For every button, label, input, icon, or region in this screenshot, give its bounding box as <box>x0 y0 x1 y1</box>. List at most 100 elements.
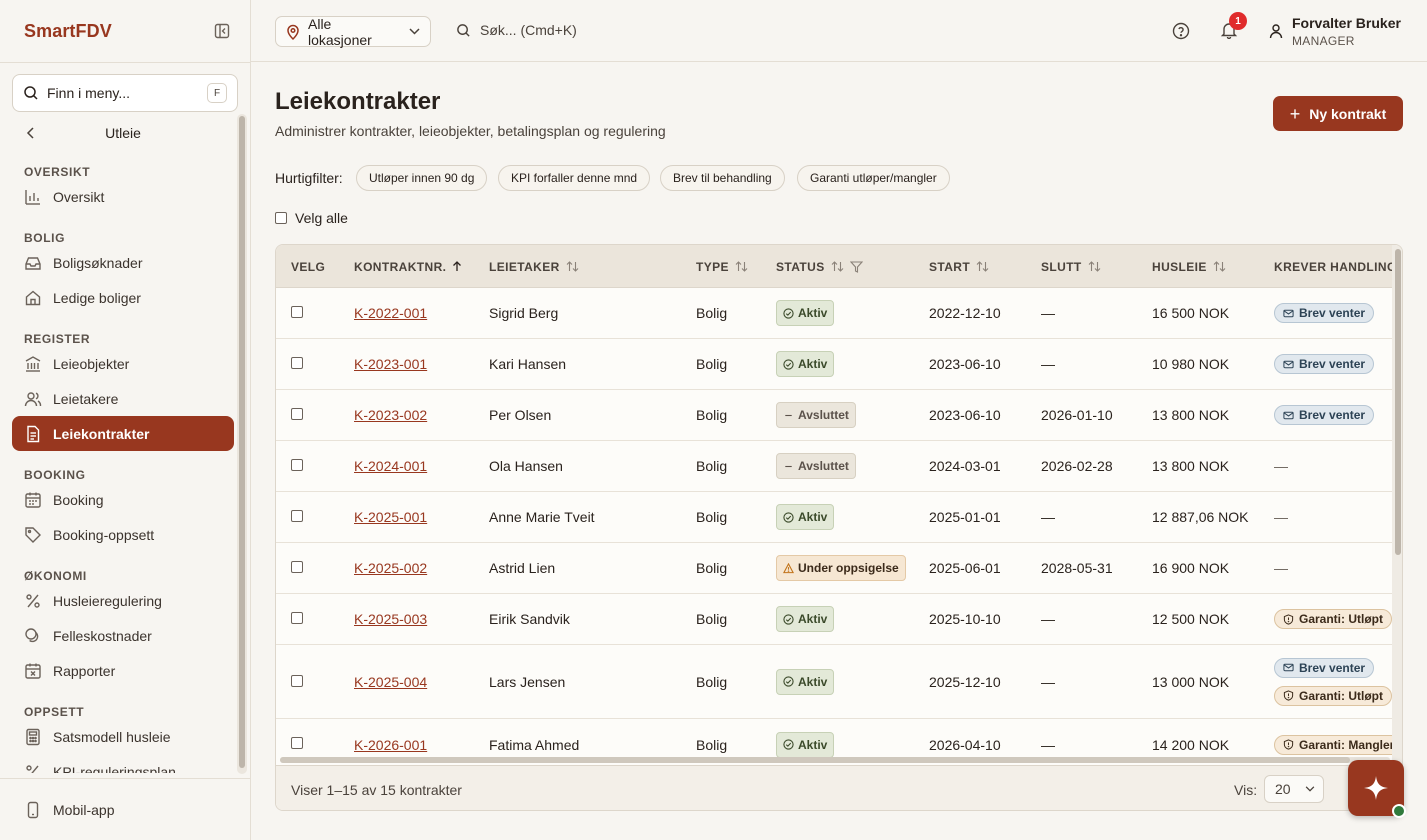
select-all-checkbox[interactable]: Velg alle <box>275 210 348 226</box>
guarantee-badge[interactable]: Garanti: Utløpt <box>1274 609 1392 629</box>
quick-filter-chip[interactable]: Brev til behandling <box>660 165 785 191</box>
table-row[interactable]: K-2025-001 Anne Marie Tveit Bolig Aktiv 2025… <box>276 492 1392 543</box>
sidebar-item-booking[interactable]: Booking <box>12 482 234 517</box>
sidebar-item-rapporter[interactable]: Rapporter <box>12 653 234 688</box>
table-row[interactable]: K-2025-003 Eirik Sandvik Bolig Aktiv 2025-10… <box>276 594 1392 645</box>
app-logo[interactable]: SmartFDV <box>24 21 112 42</box>
column-header-number[interactable]: KONTRAKTNR. <box>354 245 462 288</box>
row-checkbox[interactable] <box>291 612 303 624</box>
menu-search-input[interactable]: Finn i meny... F <box>12 74 238 112</box>
row-checkbox[interactable] <box>291 408 303 420</box>
column-header-status[interactable]: STATUS <box>776 245 863 288</box>
status-cell: Aktiv <box>776 594 835 644</box>
letter-pending-badge[interactable]: Brev venter <box>1274 405 1375 425</box>
user-icon[interactable] <box>1268 23 1284 39</box>
location-select[interactable]: Alle lokasjoner <box>275 16 431 48</box>
sidebar-collapse-icon[interactable] <box>214 23 230 39</box>
guarantee-badge[interactable]: Garanti: Utløpt <box>1274 685 1392 706</box>
help-icon[interactable] <box>1172 22 1190 40</box>
status-label: Aktiv <box>798 612 828 626</box>
row-select-cell <box>291 390 303 440</box>
scrollbar-thumb[interactable] <box>1395 249 1401 555</box>
table-row[interactable]: K-2026-001 Fatima Ahmed Bolig Aktiv 2026-04-… <box>276 719 1402 771</box>
column-header-start[interactable]: START <box>929 245 989 288</box>
tenant-name: Ola Hansen <box>489 458 563 474</box>
column-header-end[interactable]: SLUTT <box>1041 245 1101 288</box>
row-checkbox[interactable] <box>291 459 303 471</box>
table-row[interactable]: K-2024-001 Ola Hansen Bolig Avsluttet 2024-0… <box>276 441 1392 492</box>
table-row[interactable]: K-2022-001 Sigrid Berg Bolig Aktiv 2022-12-1… <box>276 288 1392 339</box>
action-cell: Brev venter <box>1274 339 1375 389</box>
sidebar-item-booking-oppsett[interactable]: Booking-oppsett <box>12 517 234 552</box>
sidebar-item-ledige-boliger[interactable]: Ledige boliger <box>12 280 234 315</box>
status-cell: Aktiv <box>776 288 835 338</box>
sparkle-icon <box>1362 774 1390 802</box>
sidebar-item-kpi-reguleringsplan[interactable]: KPI-reguleringsplan <box>12 754 234 773</box>
action-list: Brev venter <box>1274 405 1375 425</box>
contract-number-link[interactable]: K-2025-001 <box>354 492 427 542</box>
sidebar-item-leietakere[interactable]: Leietakere <box>12 381 234 416</box>
page-size-select[interactable]: 20 <box>1264 775 1324 803</box>
horizontal-scrollbar[interactable] <box>280 757 1390 763</box>
sidebar-item-felleskostnader[interactable]: Felleskostnader <box>12 618 234 653</box>
scrollbar-thumb[interactable] <box>239 116 245 768</box>
sidebar-item-leieobjekter[interactable]: Leieobjekter <box>12 346 234 381</box>
row-checkbox[interactable] <box>291 737 303 749</box>
new-contract-button[interactable]: + Ny kontrakt <box>1273 96 1403 131</box>
letter-pending-badge[interactable]: Brev venter <box>1274 657 1375 678</box>
search-icon <box>23 85 39 101</box>
sidebar-scrollbar[interactable] <box>237 114 247 774</box>
status-badge: Aktiv <box>776 351 835 377</box>
mail-icon <box>1283 359 1299 370</box>
contract-number-link[interactable]: K-2025-004 <box>354 645 427 718</box>
contract-number-link[interactable]: K-2025-003 <box>354 594 427 644</box>
row-checkbox[interactable] <box>291 306 303 318</box>
divider <box>0 62 250 63</box>
user-name[interactable]: Forvalter Bruker <box>1292 15 1401 31</box>
back-button[interactable]: Utleie <box>12 118 234 148</box>
table-row[interactable]: K-2025-004 Lars Jensen Bolig Aktiv 2025-12-1… <box>276 645 1392 719</box>
sidebar-item-leiekontrakter[interactable]: Leiekontrakter <box>12 416 234 451</box>
table-row[interactable]: K-2023-002 Per Olsen Bolig Avsluttet 2023-06… <box>276 390 1392 441</box>
sidebar-item-mobile-app[interactable]: Mobil-app <box>12 792 234 827</box>
status-label: Under oppsigelse <box>798 561 899 575</box>
sidebar-item-satsmodell-husleie[interactable]: Satsmodell husleie <box>12 719 234 754</box>
sidebar-item-label: Boligsøknader <box>53 254 143 271</box>
contract-type: Bolig <box>696 407 728 423</box>
sidebar-item-label: Booking <box>53 491 104 508</box>
table-row[interactable]: K-2025-002 Astrid Lien Bolig Under oppsigel… <box>276 543 1392 594</box>
filter-icon[interactable] <box>849 260 863 273</box>
column-header-tenant[interactable]: LEIETAKER <box>489 245 579 288</box>
row-checkbox[interactable] <box>291 561 303 573</box>
global-search-input[interactable]: Søk... (Cmd+K) <box>447 22 577 38</box>
row-checkbox[interactable] <box>291 510 303 522</box>
quick-filter-chip[interactable]: Utløper innen 90 dg <box>356 165 488 191</box>
guarantee-badge[interactable]: Garanti: Mangler <box>1274 734 1402 755</box>
column-header-type[interactable]: TYPE <box>696 245 748 288</box>
end-date: — <box>1041 611 1055 627</box>
column-header-rent[interactable]: HUSLEIE <box>1152 245 1226 288</box>
contract-number-link[interactable]: K-2022-001 <box>354 288 427 338</box>
scrollbar-thumb[interactable] <box>280 757 1350 763</box>
divider <box>0 778 250 779</box>
nav-group-title: BOLIG <box>24 231 65 245</box>
table-row[interactable]: K-2023-001 Kari Hansen Bolig Aktiv 2023-06-1… <box>276 339 1392 390</box>
nav-group-title: ØKONOMI <box>24 569 87 583</box>
sidebar-item-oversikt[interactable]: Oversikt <box>12 179 234 214</box>
sidebar-item-husleieregulering[interactable]: Husleieregulering <box>12 583 234 618</box>
checkbox[interactable] <box>275 212 287 224</box>
sidebar-item-boligsøknader[interactable]: Boligsøknader <box>12 245 234 280</box>
contract-number-link[interactable]: K-2024-001 <box>354 441 427 491</box>
notification-badge: 1 <box>1229 12 1247 30</box>
vertical-scrollbar[interactable] <box>1392 245 1402 765</box>
letter-pending-badge[interactable]: Brev venter <box>1274 303 1375 323</box>
contract-number-link[interactable]: K-2025-002 <box>354 543 427 593</box>
letter-pending-badge[interactable]: Brev venter <box>1274 354 1375 374</box>
contract-number-link[interactable]: K-2023-001 <box>354 339 427 389</box>
contract-number-link[interactable]: K-2023-002 <box>354 390 427 440</box>
quick-filter-chip[interactable]: KPI forfaller denne mnd <box>498 165 651 191</box>
row-checkbox[interactable] <box>291 675 303 687</box>
row-checkbox[interactable] <box>291 357 303 369</box>
action-label: Garanti: Utløpt <box>1299 688 1383 703</box>
quick-filter-chip[interactable]: Garanti utløper/mangler <box>797 165 950 191</box>
